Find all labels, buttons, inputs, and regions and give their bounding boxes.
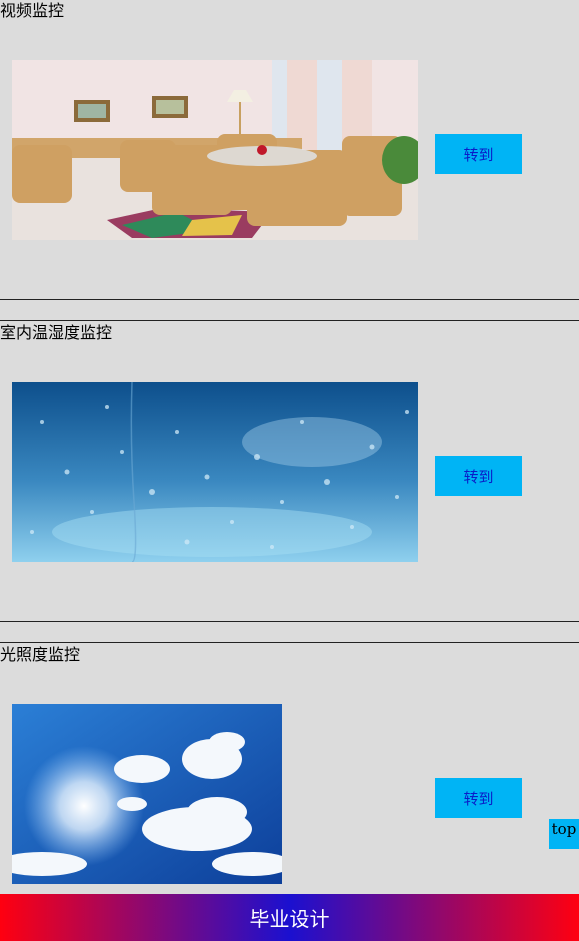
back-to-top-button[interactable]: top — [549, 819, 579, 849]
section-title-humidity: 室内温湿度监控 — [0, 323, 113, 342]
divider — [0, 621, 579, 622]
section-video-monitoring: 视频监控 转到 — [0, 0, 579, 300]
footer-text: 毕业设计 — [249, 907, 330, 931]
divider — [0, 299, 579, 300]
section-title-light: 光照度监控 — [0, 645, 81, 664]
goto-humidity-button[interactable]: 转到 — [435, 456, 522, 496]
divider — [0, 642, 579, 643]
water-drops-image — [12, 382, 418, 562]
footer-banner: 毕业设计 — [0, 894, 579, 941]
goto-light-button[interactable]: 转到 — [435, 778, 522, 818]
living-room-image — [12, 60, 418, 240]
divider — [0, 320, 579, 321]
goto-video-button[interactable]: 转到 — [435, 134, 522, 174]
section-title-video: 视频监控 — [0, 1, 65, 20]
section-light-monitoring: 光照度监控 转到 — [0, 644, 579, 894]
sky-image — [12, 704, 282, 884]
section-humidity-monitoring: 室内温湿度监控 转到 — [0, 322, 579, 622]
